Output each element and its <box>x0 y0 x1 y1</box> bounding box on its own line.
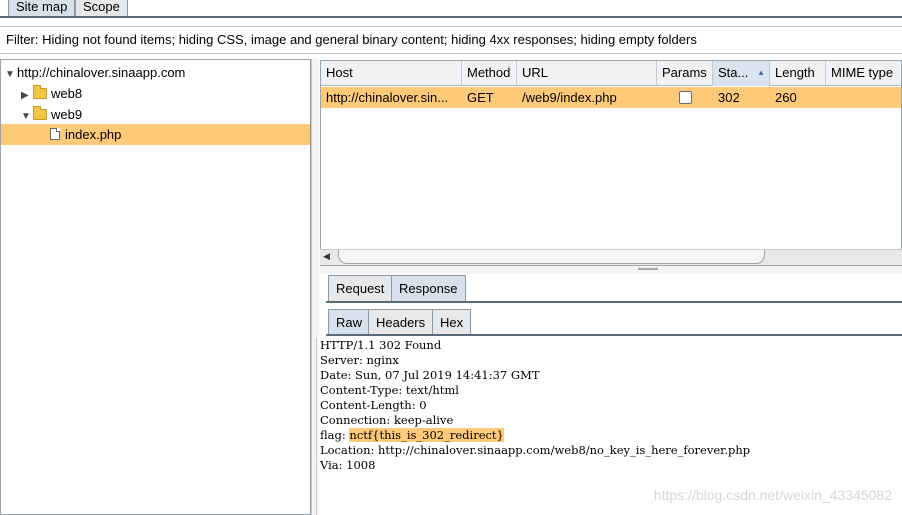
open-folder-icon <box>33 106 47 120</box>
response-line: HTTP/1.1 302 Found <box>320 338 442 352</box>
cell-method: GET <box>467 90 494 105</box>
tree-node-label: web8 <box>51 86 83 101</box>
cell-length: 260 <box>775 90 797 105</box>
table-row[interactable]: http://chinalover.sin... GET /web9/index… <box>321 87 901 108</box>
response-line-flag: flag: nctf{this_is_302_redirect} <box>320 428 902 443</box>
column-url[interactable]: URL <box>517 61 657 86</box>
cell-status: 302 <box>718 90 740 105</box>
panel-divider <box>316 338 317 515</box>
request-response-tabs: Request Response <box>320 274 902 303</box>
flag-label: flag: <box>320 428 350 442</box>
top-tab-bar: Site map Scope <box>0 0 902 18</box>
response-line: Date: Sun, 07 Jul 2019 14:41:37 GMT <box>320 368 540 382</box>
response-line: Location: http://chinalover.sinaapp.com/… <box>320 443 751 457</box>
column-host[interactable]: Host <box>321 61 462 86</box>
response-line: Content-Length: 0 <box>320 398 427 412</box>
column-method[interactable]: Method <box>462 61 517 86</box>
scroll-left-icon[interactable]: ◀ <box>323 251 330 262</box>
tree-node-label: http://chinalover.sinaapp.com <box>17 65 186 80</box>
column-length[interactable]: Length <box>770 61 826 86</box>
view-mode-tabs: Raw Headers Hex <box>320 309 902 336</box>
splitter-grip-icon <box>638 268 658 270</box>
cell-host: http://chinalover.sin... <box>326 90 449 105</box>
column-params[interactable]: Params <box>657 61 713 86</box>
tree-node-label: index.php <box>65 127 122 142</box>
folder-icon <box>33 85 47 99</box>
file-icon <box>50 128 60 140</box>
vertical-splitter[interactable] <box>311 59 319 515</box>
tab-headers[interactable]: Headers <box>368 309 434 335</box>
tab-request[interactable]: Request <box>328 275 393 301</box>
response-line: Content-Type: text/html <box>320 383 459 397</box>
requests-table: Host Method URL Params Sta... ▲ Length M… <box>320 60 902 266</box>
flag-value-highlight: nctf{this_is_302_redirect} <box>349 428 504 442</box>
column-mime-type[interactable]: MIME type <box>826 61 901 86</box>
response-line: Connection: keep-alive <box>320 413 454 427</box>
column-status[interactable]: Sta... ▲ <box>713 61 770 86</box>
tab-bar-underline <box>0 16 902 18</box>
column-status-label: Sta... <box>718 65 749 80</box>
tree-node-root[interactable]: ▼ http://chinalover.sinaapp.com <box>5 62 185 83</box>
tab-underline <box>326 334 902 336</box>
response-line: Via: 1008 <box>320 458 376 472</box>
filter-bar[interactable]: Filter: Hiding not found items; hiding C… <box>0 26 902 54</box>
cell-url: /web9/index.php <box>522 90 617 105</box>
site-map-tree: ▼ http://chinalover.sinaapp.com ▶ web8 ▼ we… <box>0 59 311 515</box>
tree-node-web9[interactable]: ▼ web9 <box>21 104 82 125</box>
tab-raw[interactable]: Raw <box>328 309 371 335</box>
horizontal-splitter[interactable] <box>320 266 902 274</box>
params-checkbox[interactable] <box>679 91 692 104</box>
tree-node-label: web9 <box>51 107 83 122</box>
expanded-arrow-icon[interactable]: ▼ <box>5 64 17 85</box>
collapsed-arrow-icon[interactable]: ▶ <box>21 85 33 106</box>
tab-site-map[interactable]: Site map <box>8 0 76 16</box>
horizontal-scrollbar[interactable]: ◀ <box>320 249 902 265</box>
tab-scope[interactable]: Scope <box>75 0 128 16</box>
tree-node-web8[interactable]: ▶ web8 <box>21 83 82 104</box>
table-header: Host Method URL Params Sta... ▲ Length M… <box>321 61 901 86</box>
response-line: Server: nginx <box>320 353 399 367</box>
scrollbar-thumb[interactable] <box>338 250 765 264</box>
tree-node-index-php[interactable]: index.php <box>1 124 310 145</box>
tab-underline <box>326 301 902 303</box>
sort-ascending-icon: ▲ <box>757 68 765 77</box>
tab-hex[interactable]: Hex <box>432 309 472 335</box>
tab-response[interactable]: Response <box>391 275 466 301</box>
watermark: https://blog.csdn.net/weixin_43345082 <box>653 487 892 503</box>
